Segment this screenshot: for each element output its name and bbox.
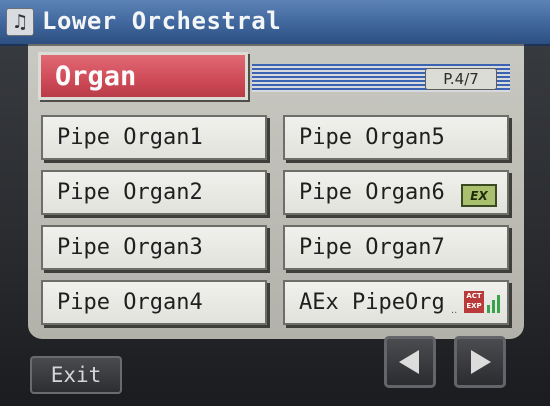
ex-badge-icon: EX bbox=[461, 184, 497, 207]
tone-button-pipe-organ6[interactable]: Pipe Organ6 EX bbox=[283, 170, 509, 215]
act-exp-badge-icon: .. ACT EXP bbox=[451, 291, 500, 316]
triangle-left-icon bbox=[399, 350, 419, 374]
next-page-button[interactable] bbox=[454, 336, 506, 388]
tone-button-pipe-organ1[interactable]: Pipe Organ1 bbox=[41, 115, 267, 160]
tone-label: Pipe Organ7 bbox=[299, 235, 445, 260]
tone-label: Pipe Organ2 bbox=[57, 180, 203, 205]
tone-label: Pipe Organ3 bbox=[57, 235, 203, 260]
act-exp-box: ACT EXP bbox=[464, 291, 484, 313]
exit-button[interactable]: Exit bbox=[30, 356, 122, 394]
title-bar: ♫ Lower Orchestral bbox=[0, 0, 550, 46]
triangle-right-icon bbox=[471, 350, 491, 374]
tone-button-pipe-organ5[interactable]: Pipe Organ5 bbox=[283, 115, 509, 160]
music-note-icon: ♫ bbox=[6, 8, 34, 36]
previous-page-button[interactable] bbox=[384, 336, 436, 388]
tone-button-pipe-organ7[interactable]: Pipe Organ7 bbox=[283, 225, 509, 270]
category-button-organ[interactable]: Organ bbox=[38, 52, 248, 100]
tone-label: Pipe Organ6 bbox=[299, 180, 445, 205]
tone-button-pipe-organ4[interactable]: Pipe Organ4 bbox=[41, 280, 267, 325]
tone-button-aex-pipeorg[interactable]: AEx PipeOrg .. ACT EXP bbox=[283, 280, 509, 325]
level-bar bbox=[497, 295, 500, 313]
tone-label: Pipe Organ1 bbox=[57, 125, 203, 150]
tone-label: Pipe Organ4 bbox=[57, 290, 203, 315]
act-exp-dots: .. bbox=[451, 305, 458, 316]
instrument-screen: ♫ Lower Orchestral Organ P.4/7 Pipe Orga… bbox=[0, 0, 550, 406]
tone-label: AEx PipeOrg bbox=[299, 290, 445, 315]
tone-button-pipe-organ2[interactable]: Pipe Organ2 bbox=[41, 170, 267, 215]
tone-button-pipe-organ3[interactable]: Pipe Organ3 bbox=[41, 225, 267, 270]
level-bar bbox=[492, 300, 495, 313]
act-exp-line-2: EXP bbox=[466, 302, 482, 310]
act-exp-line-1: ACT bbox=[466, 292, 482, 300]
window-title: Lower Orchestral bbox=[42, 7, 282, 35]
level-bar bbox=[487, 305, 490, 313]
page-indicator: P.4/7 bbox=[425, 68, 497, 90]
tone-label: Pipe Organ5 bbox=[299, 125, 445, 150]
